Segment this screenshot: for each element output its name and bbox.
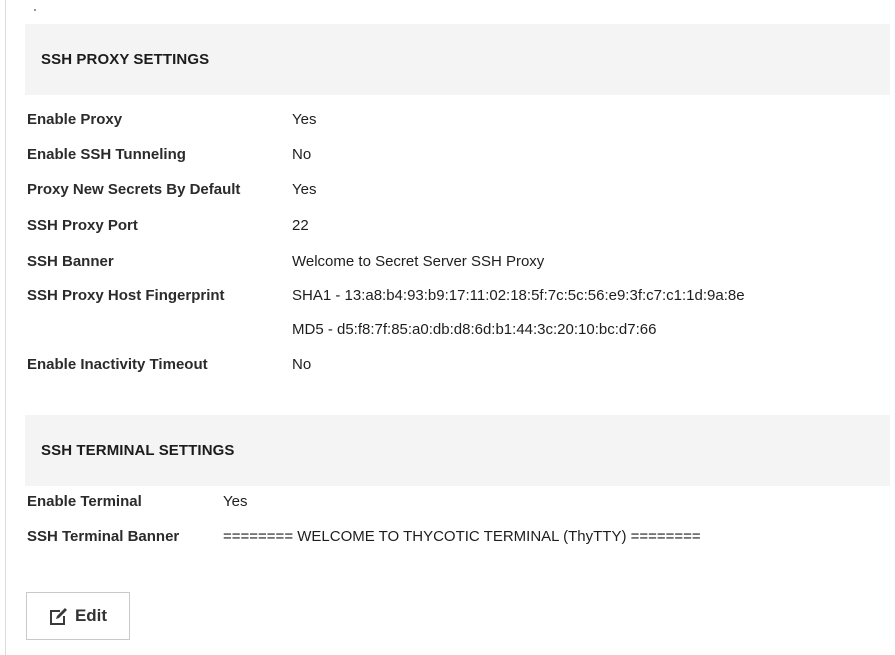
setting-label: Enable Inactivity Timeout bbox=[27, 356, 208, 373]
setting-value: Yes bbox=[292, 181, 317, 198]
setting-value: SHA1 - 13:a8:b4:93:b9:17:11:02:18:5f:7c:… bbox=[292, 287, 745, 304]
setting-label: SSH Terminal Banner bbox=[27, 528, 180, 545]
proxy-settings-title: SSH PROXY SETTINGS bbox=[41, 51, 210, 68]
setting-value: 22 bbox=[292, 217, 309, 234]
terminal-settings-title: SSH TERMINAL SETTINGS bbox=[41, 442, 235, 459]
setting-label: Enable SSH Tunneling bbox=[27, 146, 186, 163]
setting-label: Proxy New Secrets By Default bbox=[27, 181, 241, 198]
proxy-settings-header: SSH PROXY SETTINGS bbox=[25, 24, 890, 95]
setting-label: SSH Proxy Port bbox=[27, 217, 138, 234]
setting-label: Enable Terminal bbox=[27, 493, 142, 510]
decorative-dot bbox=[34, 9, 36, 11]
setting-label: Enable Proxy bbox=[27, 111, 123, 128]
setting-value: No bbox=[292, 146, 312, 163]
edit-icon bbox=[49, 606, 69, 626]
setting-value: Yes bbox=[292, 111, 317, 128]
edit-button-label: Edit bbox=[74, 606, 108, 625]
setting-value: Yes bbox=[223, 493, 248, 510]
setting-label: SSH Proxy Host Fingerprint bbox=[27, 287, 225, 304]
setting-value: No bbox=[292, 356, 312, 373]
setting-value: ======== WELCOME TO THYCOTIC TERMINAL (T… bbox=[223, 528, 701, 545]
edit-button[interactable]: Edit bbox=[26, 592, 130, 640]
setting-value: MD5 - d5:f8:7f:85:a0:db:d8:6d:b1:44:3c:2… bbox=[292, 321, 657, 338]
setting-label: SSH Banner bbox=[27, 253, 114, 270]
terminal-settings-header: SSH TERMINAL SETTINGS bbox=[25, 415, 890, 486]
setting-value: Welcome to Secret Server SSH Proxy bbox=[292, 253, 545, 270]
